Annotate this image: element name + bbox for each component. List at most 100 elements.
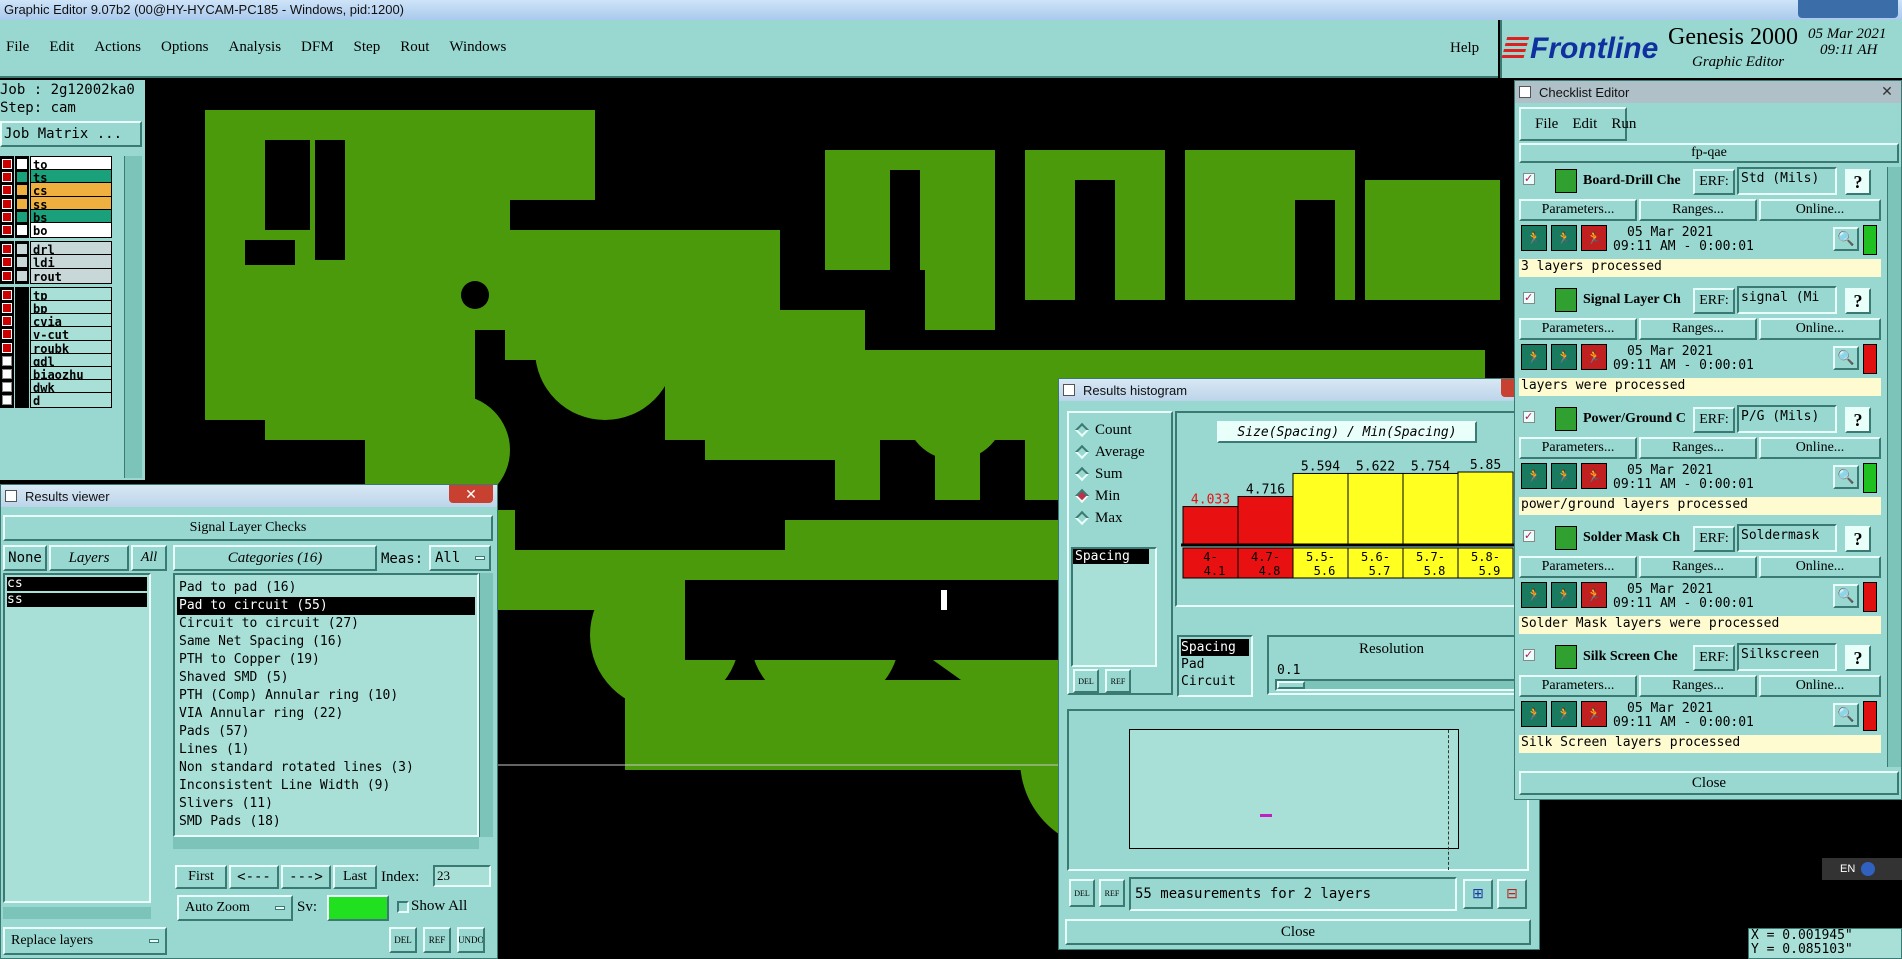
category-item[interactable]: SMD Pads (18) <box>177 813 475 831</box>
nav-last-button[interactable]: Last <box>333 865 377 889</box>
radio-icon[interactable] <box>1074 488 1090 504</box>
menu-item-dfm[interactable]: DFM <box>301 39 334 56</box>
ranges-button[interactable]: Ranges... <box>1639 199 1757 221</box>
checklist-scrollbar[interactable] <box>1887 167 1901 767</box>
ranges-button[interactable]: Ranges... <box>1639 318 1757 340</box>
category-item[interactable]: Pads (57) <box>177 723 475 741</box>
index-input[interactable] <box>433 865 491 887</box>
checkbox-icon[interactable]: ✓ <box>1523 411 1535 423</box>
layer-row-d[interactable]: d <box>0 392 114 409</box>
menu-item-analysis[interactable]: Analysis <box>229 39 282 56</box>
run-all-icon[interactable]: 🏃 <box>1551 701 1577 727</box>
result-layer-item[interactable]: ss <box>7 593 147 607</box>
category-hscroll[interactable] <box>173 837 479 849</box>
category-item[interactable]: Pad to pad (16) <box>177 579 475 597</box>
help-icon[interactable]: ? <box>1845 169 1871 195</box>
category-item[interactable]: Inconsistent Line Width (9) <box>177 777 475 795</box>
ranges-button[interactable]: Ranges... <box>1639 437 1757 459</box>
histogram-bar[interactable] <box>1402 472 1459 545</box>
delete-icon[interactable]: DEL <box>1069 879 1095 907</box>
histogram-bar[interactable] <box>1292 472 1349 545</box>
resolution-slider[interactable] <box>1275 679 1523 691</box>
parameters-button[interactable]: Parameters... <box>1519 556 1637 578</box>
menu-item-file[interactable]: File <box>6 39 29 56</box>
run-icon[interactable]: 🏃 <box>1521 225 1547 251</box>
histogram-list-item[interactable]: Spacing <box>1073 549 1149 564</box>
histogram-bar[interactable] <box>1457 471 1514 545</box>
category-item[interactable]: VIA Annular ring (22) <box>177 705 475 723</box>
erf-button[interactable]: ERF: <box>1693 288 1735 314</box>
checkbox-icon[interactable]: ✓ <box>1523 292 1535 304</box>
show-all-checkbox[interactable] <box>397 901 409 913</box>
category-item[interactable]: Lines (1) <box>177 741 475 759</box>
erf-button[interactable]: ERF: <box>1693 407 1735 433</box>
delete-icon[interactable]: DEL <box>389 927 417 953</box>
histogram-option-min[interactable]: Min <box>1074 485 1171 507</box>
auto-zoom-select[interactable]: Auto Zoom <box>177 895 293 921</box>
checklist-menu-edit[interactable]: Edit <box>1572 116 1597 133</box>
category-item[interactable]: PTH to Copper (19) <box>177 651 475 669</box>
run-all-icon[interactable]: 🏃 <box>1551 463 1577 489</box>
menu-item-step[interactable]: Step <box>354 39 381 56</box>
erf-field[interactable]: P/G (Mils) <box>1737 405 1837 433</box>
nav-next-button[interactable]: ---> <box>281 865 331 889</box>
category-item[interactable]: Pad to circuit (55) <box>177 597 475 615</box>
histogram-option-count[interactable]: Count <box>1074 419 1171 441</box>
erf-button[interactable]: ERF: <box>1693 526 1735 552</box>
stop-icon[interactable]: 🏃 <box>1581 225 1607 251</box>
help-icon[interactable]: ? <box>1845 526 1871 552</box>
category-item[interactable]: Circuit to circuit (27) <box>177 615 475 633</box>
category-item[interactable]: PTH (Comp) Annular ring (10) <box>177 687 475 705</box>
online-button[interactable]: Online... <box>1759 675 1881 697</box>
checklist-menu-run[interactable]: Run <box>1611 116 1636 133</box>
layer-indicator-icon[interactable] <box>0 392 14 409</box>
run-all-icon[interactable]: 🏃 <box>1551 225 1577 251</box>
layer-row-bo[interactable]: bo <box>0 222 114 238</box>
histogram-option-average[interactable]: Average <box>1074 441 1171 463</box>
checkbox-icon[interactable]: ✓ <box>1523 649 1535 661</box>
online-button[interactable]: Online... <box>1759 318 1881 340</box>
nav-prev-button[interactable]: <--- <box>229 865 279 889</box>
stop-icon[interactable]: 🏃 <box>1581 701 1607 727</box>
zoom-icon[interactable]: 🔍 <box>1833 346 1859 370</box>
radio-icon[interactable] <box>1074 510 1090 526</box>
stop-icon[interactable]: 🏃 <box>1581 463 1607 489</box>
resolution-slider-thumb[interactable] <box>1277 681 1305 689</box>
radio-icon[interactable] <box>1074 444 1090 460</box>
result-layer-item[interactable]: cs <box>7 577 147 591</box>
zoom-out-icon[interactable]: ⊟ <box>1497 879 1527 909</box>
checkbox-icon[interactable]: ✓ <box>1523 173 1535 185</box>
help-icon[interactable]: ? <box>1845 407 1871 433</box>
histogram-bar[interactable] <box>1347 472 1404 545</box>
parameters-button[interactable]: Parameters... <box>1519 318 1637 340</box>
run-all-icon[interactable]: 🏃 <box>1551 344 1577 370</box>
zoom-fit-icon[interactable]: ⊞ <box>1463 879 1493 909</box>
erf-field[interactable]: Silkscreen <box>1737 643 1837 671</box>
refresh-icon[interactable]: REF <box>423 927 451 953</box>
meas-select[interactable]: All <box>429 545 491 571</box>
job-matrix-button[interactable]: Job Matrix ... <box>0 121 142 147</box>
category-item[interactable]: Slivers (11) <box>177 795 475 813</box>
check-name[interactable]: Silk Screen Che <box>1583 649 1693 665</box>
stop-icon[interactable]: 🏃 <box>1581 344 1607 370</box>
refresh-icon[interactable]: REF <box>1105 669 1131 693</box>
histogram-type-spacing[interactable]: Spacing <box>1181 639 1249 656</box>
online-button[interactable]: Online... <box>1759 556 1881 578</box>
refresh-icon[interactable]: REF <box>1099 879 1125 907</box>
radio-icon[interactable] <box>1074 466 1090 482</box>
menu-help[interactable]: Help <box>1450 40 1479 57</box>
layer-row-rout[interactable]: rout <box>0 267 114 284</box>
menu-item-edit[interactable]: Edit <box>49 39 74 56</box>
layer-scrollbar[interactable] <box>124 156 142 478</box>
sv-color-select[interactable] <box>327 895 389 921</box>
histogram-option-max[interactable]: Max <box>1074 507 1171 529</box>
categories-button[interactable]: Categories (16) <box>173 545 377 571</box>
language-tray[interactable]: EN <box>1822 858 1902 880</box>
histogram-type-circuit[interactable]: Circuit <box>1181 673 1249 690</box>
zoom-icon[interactable]: 🔍 <box>1833 584 1859 608</box>
help-icon[interactable]: ? <box>1845 288 1871 314</box>
run-icon[interactable]: 🏃 <box>1521 701 1547 727</box>
check-name[interactable]: Power/Ground C <box>1583 411 1693 427</box>
run-icon[interactable]: 🏃 <box>1521 344 1547 370</box>
menu-item-rout[interactable]: Rout <box>400 39 429 56</box>
